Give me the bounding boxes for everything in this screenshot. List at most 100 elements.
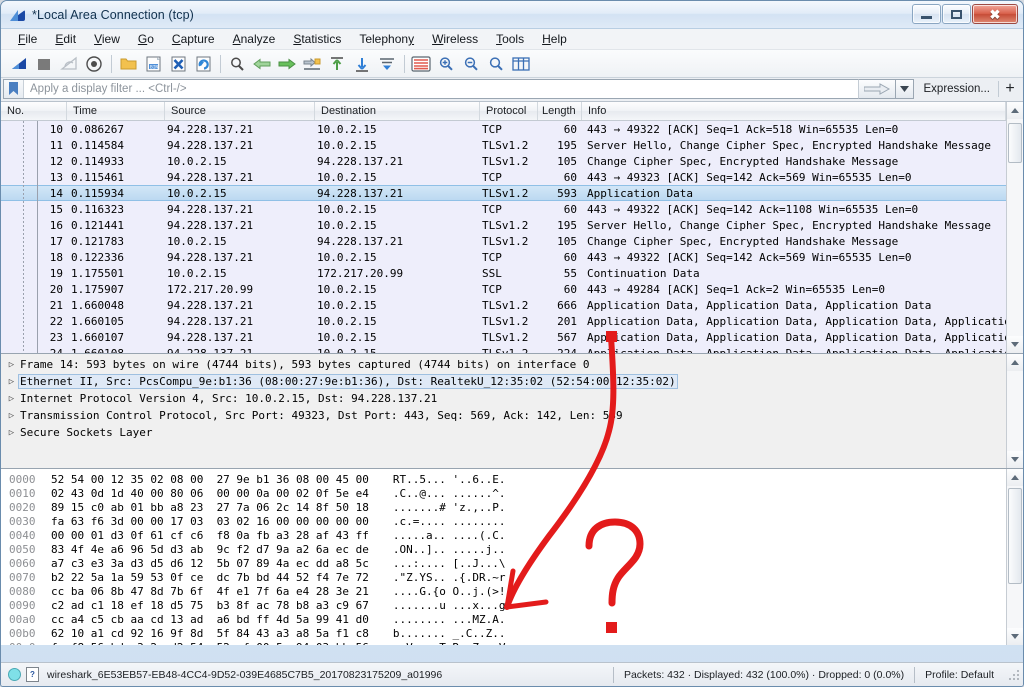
- hex-dump-row[interactable]: 00a0 cc a4 c5 cb aa cd 13 ad a6 bd ff 4d …: [1, 612, 1006, 626]
- profile-indicator[interactable]: Profile: Default: [915, 669, 1008, 681]
- packet-detail-row[interactable]: ▷ Internet Protocol Version 4, Src: 10.0.…: [1, 390, 1006, 407]
- packet-list-rows[interactable]: 10 0.086267 94.228.137.21 10.0.2.15 TCP 60 443…: [1, 121, 1006, 353]
- apply-filter-button[interactable]: [857, 79, 896, 99]
- packet-row[interactable]: 14 0.115934 10.0.2.15 94.228.137.21 TLSv1.2 5…: [1, 185, 1006, 201]
- detail-scroll-down-button[interactable]: [1006, 451, 1023, 468]
- scrollbar-thumb[interactable]: [1007, 123, 1022, 163]
- expand-triangle-icon[interactable]: ▷: [5, 428, 18, 438]
- search-input[interactable]: Apply a display filter ... <Ctrl-/>: [24, 83, 858, 95]
- packet-detail-scrollbar[interactable]: [1006, 354, 1023, 468]
- find-packet-icon[interactable]: [226, 53, 248, 75]
- maximize-button[interactable]: [942, 4, 971, 24]
- hex-dump-row[interactable]: 0040 00 00 01 d3 0f 61 cf c6 f8 0a fb a3 …: [1, 528, 1006, 542]
- packet-row[interactable]: 19 1.175501 10.0.2.15 172.217.20.99 SSL 55 Con…: [1, 265, 1006, 281]
- hex-dump-row[interactable]: 0080 cc ba 06 8b 47 8d 7b 6f 4f e1 7f 6a …: [1, 584, 1006, 598]
- hex-dump-row[interactable]: 0070 b2 22 5a 1a 59 53 0f ce dc 7b bd 44 …: [1, 570, 1006, 584]
- bytes-scrollbar-thumb[interactable]: [1007, 488, 1022, 584]
- bytes-scroll-down-button[interactable]: [1006, 628, 1023, 645]
- packet-row[interactable]: 13 0.115461 94.228.137.21 10.0.2.15 TCP 60 443…: [1, 169, 1006, 185]
- go-forward-icon[interactable]: [276, 53, 298, 75]
- column-header-source[interactable]: Source: [165, 102, 315, 120]
- hex-dump-row[interactable]: 0020 89 15 c0 ab 01 bb a8 23 27 7a 06 2c …: [1, 500, 1006, 514]
- packet-row[interactable]: 10 0.086267 94.228.137.21 10.0.2.15 TCP 60 443…: [1, 121, 1006, 137]
- colorize-icon[interactable]: [410, 53, 432, 75]
- auto-scroll-icon[interactable]: [376, 53, 398, 75]
- packet-detail-row[interactable]: ▷ Secure Sockets Layer: [1, 424, 1006, 441]
- stop-capture-icon[interactable]: [33, 53, 55, 75]
- zoom-out-icon[interactable]: [460, 53, 482, 75]
- hex-dump-row[interactable]: 0000 52 54 00 12 35 02 08 00 27 9e b1 36 …: [1, 472, 1006, 486]
- menu-analyze[interactable]: Analyze: [224, 30, 285, 48]
- column-header-protocol[interactable]: Protocol: [480, 102, 538, 120]
- go-first-packet-icon[interactable]: [326, 53, 348, 75]
- column-header-length[interactable]: Length: [538, 102, 582, 120]
- zoom-in-icon[interactable]: [435, 53, 457, 75]
- go-to-packet-icon[interactable]: [301, 53, 323, 75]
- packet-detail-tree[interactable]: ▷ Frame 14: 593 bytes on wire (4744 bits)…: [1, 354, 1006, 468]
- menu-go[interactable]: Go: [129, 30, 163, 48]
- packet-row[interactable]: 15 0.116323 94.228.137.21 10.0.2.15 TCP 60 443…: [1, 201, 1006, 217]
- column-header-time[interactable]: Time: [67, 102, 165, 120]
- menu-help[interactable]: Help: [533, 30, 576, 48]
- menu-edit[interactable]: Edit: [46, 30, 85, 48]
- menu-tools[interactable]: Tools: [487, 30, 533, 48]
- packet-detail-row[interactable]: ▷ Ethernet II, Src: PcsCompu_9e:b1:36 (08…: [1, 373, 1006, 390]
- hex-dump-row[interactable]: 00c0fa f8 56 bd a3 2e d2 54 52 af 00 5a …: [1, 640, 1006, 646]
- bytes-scroll-up-button[interactable]: [1006, 469, 1023, 486]
- packet-row[interactable]: 23 1.660107 94.228.137.21 10.0.2.15 TLSv1.2 5…: [1, 329, 1006, 345]
- hex-dump-row[interactable]: 0090 c2 ad c1 18 ef 18 d5 75 b3 8f ac 78 …: [1, 598, 1006, 612]
- save-file-icon[interactable]: BIN: [142, 53, 164, 75]
- expand-triangle-icon[interactable]: ▷: [5, 377, 18, 387]
- expand-triangle-icon[interactable]: ▷: [5, 360, 18, 370]
- resize-columns-icon[interactable]: [510, 53, 532, 75]
- packet-row[interactable]: 17 0.121783 10.0.2.15 94.228.137.21 TLSv1.2 1…: [1, 233, 1006, 249]
- hex-dump-row[interactable]: 0060 a7 c3 e3 3a d3 d5 d6 12 5b 07 89 4a …: [1, 556, 1006, 570]
- scroll-down-button[interactable]: [1006, 336, 1023, 353]
- packet-bytes-pane[interactable]: 0000 52 54 00 12 35 02 08 00 27 9e b1 36 …: [1, 469, 1023, 645]
- filter-expression-button[interactable]: Expression...: [914, 79, 998, 99]
- scroll-up-button[interactable]: [1006, 102, 1023, 119]
- packet-list-scrollbar[interactable]: [1006, 102, 1023, 353]
- open-file-icon[interactable]: [117, 53, 139, 75]
- packet-row[interactable]: 12 0.114933 10.0.2.15 94.228.137.21 TLSv1.2 1…: [1, 153, 1006, 169]
- packet-row[interactable]: 20 1.175907 172.217.20.99 10.0.2.15 TCP 60 443…: [1, 281, 1006, 297]
- go-last-packet-icon[interactable]: [351, 53, 373, 75]
- packet-detail-row[interactable]: ▷ Frame 14: 593 bytes on wire (4744 bits)…: [1, 356, 1006, 373]
- filter-history-dropdown[interactable]: [895, 79, 914, 99]
- hex-dump-row[interactable]: 0030 fa 63 f6 3d 00 00 17 03 03 02 16 00 …: [1, 514, 1006, 528]
- display-filter-input-wrap[interactable]: Apply a display filter ... <Ctrl-/>: [3, 79, 858, 99]
- packet-bytes-rows[interactable]: 0000 52 54 00 12 35 02 08 00 27 9e b1 36 …: [1, 469, 1006, 646]
- expand-triangle-icon[interactable]: ▷: [5, 411, 18, 421]
- resize-grip[interactable]: [1008, 668, 1020, 681]
- packet-row[interactable]: 11 0.114584 94.228.137.21 10.0.2.15 TLSv1.2 1…: [1, 137, 1006, 153]
- restart-capture-icon[interactable]: [58, 53, 80, 75]
- zoom-reset-icon[interactable]: [485, 53, 507, 75]
- hex-dump-row[interactable]: 0050 83 4f 4e a6 96 5d d3 ab 9c f2 d7 9a …: [1, 542, 1006, 556]
- menu-view[interactable]: View: [85, 30, 129, 48]
- packet-detail-row[interactable]: ▷ Transmission Control Protocol, Src Port…: [1, 407, 1006, 424]
- packet-row[interactable]: 21 1.660048 94.228.137.21 10.0.2.15 TLSv1.2 6…: [1, 297, 1006, 313]
- detail-scroll-up-button[interactable]: [1006, 354, 1023, 371]
- capture-ready-icon[interactable]: [8, 668, 21, 681]
- menu-statistics[interactable]: Statistics: [284, 30, 350, 48]
- menu-telephony[interactable]: Telephony: [350, 30, 423, 48]
- minimize-button[interactable]: [912, 4, 941, 24]
- close-file-icon[interactable]: [167, 53, 189, 75]
- column-header-destination[interactable]: Destination: [315, 102, 480, 120]
- bytes-scrollbar-track[interactable]: [1006, 486, 1023, 628]
- packet-bytes-scrollbar[interactable]: [1006, 469, 1023, 645]
- add-filter-button[interactable]: +: [999, 79, 1021, 99]
- hex-dump-row[interactable]: 00b0 62 10 a1 cd 92 16 9f 8d 5f 84 43 a3 …: [1, 626, 1006, 640]
- bookmark-icon[interactable]: [4, 80, 24, 98]
- packet-detail-pane[interactable]: ▷ Frame 14: 593 bytes on wire (4744 bits)…: [1, 354, 1023, 469]
- menu-capture[interactable]: Capture: [163, 30, 224, 48]
- hex-dump-row[interactable]: 0010 02 43 0d 1d 40 00 80 06 00 00 0a 00 …: [1, 486, 1006, 500]
- close-button[interactable]: ✖: [972, 4, 1018, 24]
- expand-triangle-icon[interactable]: ▷: [5, 394, 18, 404]
- packet-row[interactable]: 24 1.660108 94.228.137.21 10.0.2.15 TLSv1.2 2…: [1, 345, 1006, 353]
- menu-wireless[interactable]: Wireless: [423, 30, 487, 48]
- packet-row[interactable]: 16 0.121441 94.228.137.21 10.0.2.15 TLSv1.2 1…: [1, 217, 1006, 233]
- capture-file-icon[interactable]: ?: [26, 667, 39, 682]
- column-header-info[interactable]: Info: [582, 102, 1006, 120]
- capture-options-icon[interactable]: [83, 53, 105, 75]
